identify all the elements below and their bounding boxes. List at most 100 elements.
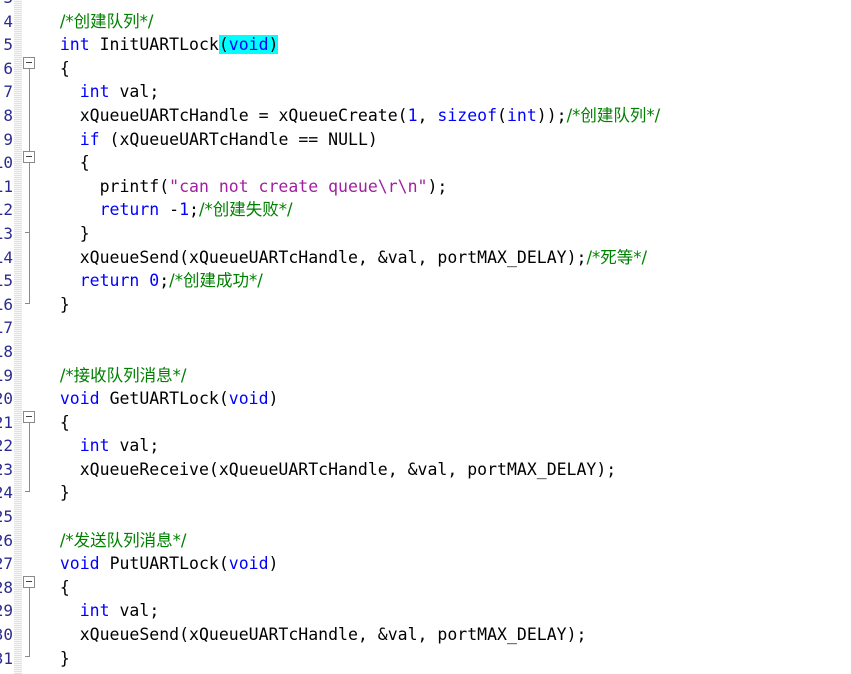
keyword-token: void: [228, 35, 269, 55]
code-line[interactable]: [40, 670, 851, 674]
code-line[interactable]: {: [40, 151, 851, 175]
fold-collapse-icon[interactable]: [23, 411, 35, 423]
line-number: 6: [3, 58, 13, 78]
code-text-area[interactable]: /*创建队列*/ int InitUARTLock(void) { int va…: [37, 0, 851, 674]
string-literal-token: "can not create queue\r\n": [169, 176, 428, 196]
keyword-token: return: [99, 200, 160, 220]
matching-paren-open: (: [218, 35, 229, 55]
identifier-token: xQueueSend: [79, 625, 180, 645]
line-number: 32: [0, 670, 14, 674]
keyword-token: void: [228, 389, 269, 409]
identifier-token: xQueueUARTcHandle: [189, 625, 358, 645]
line-number: 3: [0, 0, 14, 10]
code-editor[interactable]: 3456789101112131415161718192021222324252…: [0, 0, 851, 674]
code-line[interactable]: }: [40, 222, 851, 246]
code-line[interactable]: if (xQueueUARTcHandle == NULL): [40, 128, 851, 152]
code-line[interactable]: }: [40, 647, 851, 671]
keyword-token: if: [79, 129, 100, 149]
code-line[interactable]: xQueueReceive(xQueueUARTcHandle, &val, p…: [40, 458, 851, 482]
keyword-token: int: [506, 105, 537, 125]
code-line[interactable]: int val;: [40, 434, 851, 458]
keyword-token: void: [228, 554, 269, 574]
line-number: 17: [0, 318, 13, 338]
identifier-token: xQueueUARTcHandle: [218, 459, 388, 479]
code-line[interactable]: int val;: [40, 80, 851, 104]
code-line[interactable]: xQueueSend(xQueueUARTcHandle, &val, port…: [40, 623, 851, 647]
code-line[interactable]: }: [40, 293, 851, 317]
identifier-token: val: [387, 247, 418, 267]
line-number: 13: [0, 223, 13, 243]
line-number: 24: [0, 483, 13, 503]
identifier-token: printf: [99, 176, 160, 196]
line-number: 23: [0, 459, 13, 479]
line-number: 5: [3, 35, 13, 55]
line-number: 19: [0, 365, 13, 385]
code-line[interactable]: int InitUARTLock(void): [40, 33, 851, 57]
code-line[interactable]: [40, 505, 851, 529]
code-line[interactable]: void PutUARTLock(void): [40, 552, 851, 576]
fold-connector-line: [29, 588, 30, 656]
identifier-token: xQueueUARTcHandle: [189, 247, 358, 267]
code-line[interactable]: {: [40, 57, 851, 81]
line-number: 25: [0, 507, 13, 527]
code-line[interactable]: [40, 0, 851, 10]
line-number: 29: [0, 601, 13, 621]
code-line[interactable]: /*接收队列消息*/: [40, 364, 851, 388]
keyword-token: return: [79, 271, 140, 291]
code-line[interactable]: printf("can not create queue\r\n");: [40, 175, 851, 199]
identifier-token: val: [387, 625, 418, 645]
fold-region-end-tick: [25, 232, 30, 233]
code-line[interactable]: [40, 340, 851, 364]
fold-region-end-tick: [25, 491, 30, 492]
code-line[interactable]: {: [40, 411, 851, 435]
line-number: 31: [0, 648, 13, 668]
comment-token: /*发送队列消息*/: [59, 530, 187, 550]
keyword-token: void: [59, 389, 100, 409]
line-number-gutter: 34 5 6 7 8 9 10 11 12 13 14 15 16 17 18 19 20 21 22 23 24 25 2…: [0, 0, 14, 674]
line-number: 28: [0, 577, 13, 597]
code-line[interactable]: return 0;/*创建成功*/: [40, 269, 851, 293]
identifier-token: InitUARTLock: [99, 35, 219, 55]
fold-collapse-icon[interactable]: [23, 57, 35, 69]
identifier-token: portMAX_DELAY: [437, 625, 567, 645]
code-line[interactable]: [40, 316, 851, 340]
keyword-token: int: [79, 436, 110, 456]
identifier-token: portMAX_DELAY: [437, 247, 567, 267]
line-number: 30: [0, 625, 13, 645]
identifier-token: GetUARTLock: [109, 389, 219, 409]
line-number: 8: [3, 105, 13, 125]
line-number: 7: [3, 82, 13, 102]
code-line[interactable]: xQueueSend(xQueueUARTcHandle, &val, port…: [40, 246, 851, 270]
identifier-token: val: [119, 436, 150, 456]
identifier-token: xQueueCreate: [278, 105, 398, 125]
fold-collapse-icon[interactable]: [23, 151, 35, 163]
line-number: 18: [0, 341, 13, 361]
fold-region-end-tick: [25, 303, 30, 304]
comment-token: /*接收队列消息*/: [59, 365, 187, 385]
line-number: 27: [0, 554, 13, 574]
comment-token: /*创建成功*/: [169, 271, 263, 291]
identifier-token: val: [119, 82, 150, 102]
code-line[interactable]: /*创建队列*/: [40, 10, 851, 34]
code-line[interactable]: return -1;/*创建失败*/: [40, 198, 851, 222]
keyword-token: int: [79, 82, 110, 102]
code-line[interactable]: xQueueUARTcHandle = xQueueCreate(1, size…: [40, 104, 851, 128]
identifier-token: NULL: [328, 129, 368, 149]
code-folding-margin[interactable]: [22, 0, 37, 674]
code-line[interactable]: /*发送队列消息*/: [40, 529, 851, 553]
code-line[interactable]: }: [40, 481, 851, 505]
number-token: 0: [149, 271, 160, 291]
code-line[interactable]: int val;: [40, 599, 851, 623]
comment-token: /*创建失败*/: [198, 200, 293, 220]
line-number: 21: [0, 412, 13, 432]
line-number: 9: [3, 129, 13, 149]
fold-collapse-icon[interactable]: [23, 576, 35, 588]
code-line[interactable]: void GetUARTLock(void): [40, 387, 851, 411]
code-line[interactable]: {: [40, 576, 851, 600]
comment-token: /*创建队列*/: [59, 11, 154, 31]
identifier-token: xQueueUARTcHandle: [119, 129, 289, 149]
line-number: 14: [0, 247, 13, 267]
number-token: 1: [179, 200, 190, 220]
fold-connector-line: [29, 423, 30, 491]
comment-token: /*死等*/: [586, 247, 648, 267]
